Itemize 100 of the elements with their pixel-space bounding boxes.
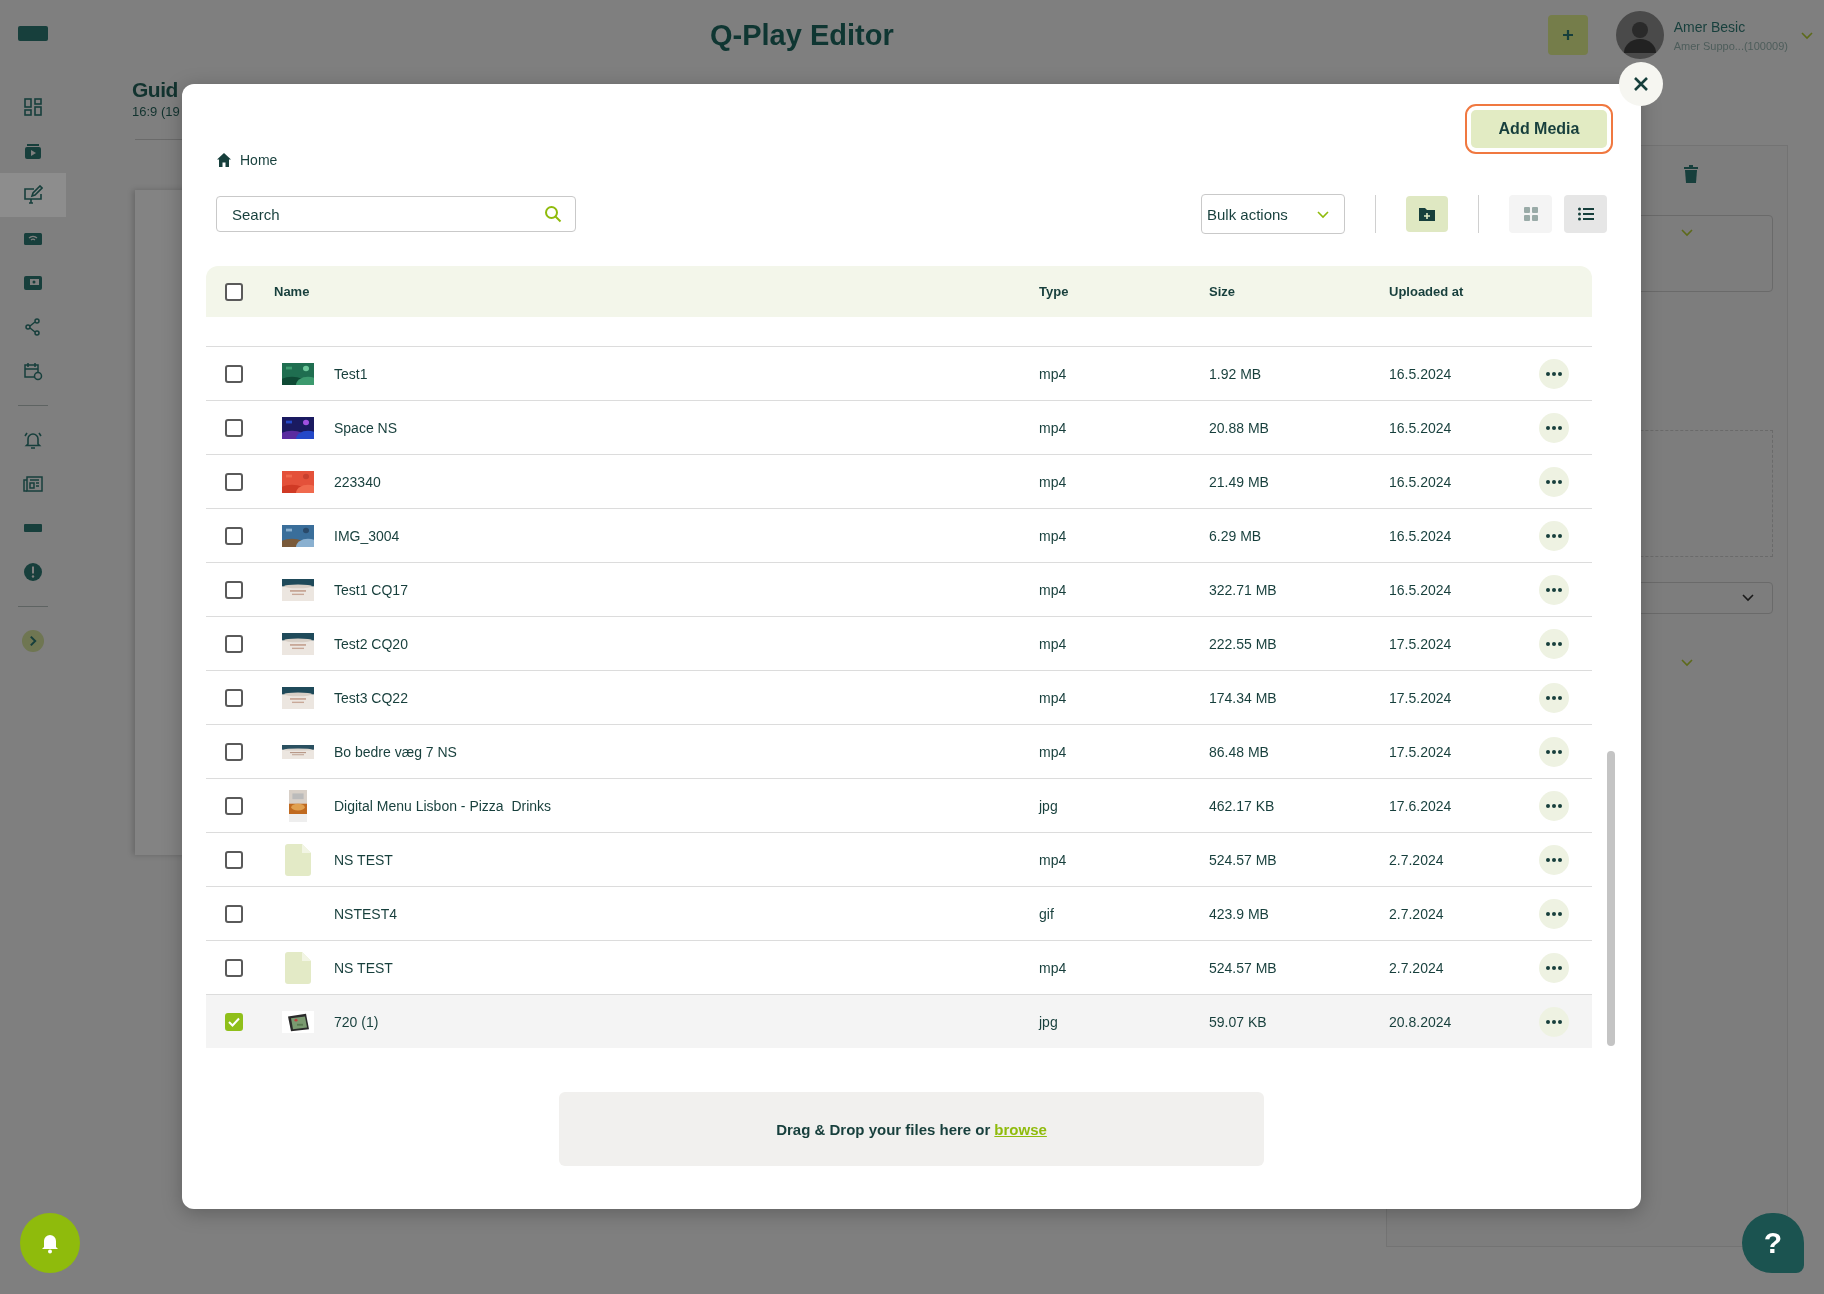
more-button[interactable] xyxy=(1539,520,1569,551)
file-name[interactable]: 720 (1) xyxy=(334,1013,1039,1030)
file-icon xyxy=(285,951,311,984)
playlist-icon[interactable] xyxy=(23,141,43,161)
more-button[interactable] xyxy=(1539,1006,1569,1037)
file-name[interactable]: IMG_3004 xyxy=(334,527,1039,544)
upload-date: 16.5.2024 xyxy=(1389,419,1453,436)
newspaper-icon[interactable] xyxy=(23,474,43,494)
file-size: 174.34 MB xyxy=(1209,689,1278,706)
row-checkbox[interactable] xyxy=(225,796,243,815)
file-name[interactable]: 223340 xyxy=(334,473,1039,490)
file-type: jpg xyxy=(1039,1013,1059,1030)
file-name[interactable]: Test3 CQ22 xyxy=(334,689,1039,706)
more-button[interactable] xyxy=(1539,574,1569,605)
more-icon xyxy=(1546,641,1562,646)
alert-icon[interactable] xyxy=(23,562,43,582)
list-view-button[interactable] xyxy=(1564,195,1607,233)
more-button[interactable] xyxy=(1539,898,1569,929)
image-icon[interactable] xyxy=(23,273,43,293)
file-name[interactable]: Test1 CQ17 xyxy=(334,581,1039,598)
row-checkbox[interactable] xyxy=(225,364,243,383)
help-button[interactable]: ? xyxy=(1742,1213,1804,1273)
more-button[interactable] xyxy=(1539,358,1569,389)
row-checkbox[interactable] xyxy=(225,472,243,491)
more-button[interactable] xyxy=(1539,952,1569,983)
file-size: 1.92 MB xyxy=(1209,365,1263,382)
bell-icon[interactable] xyxy=(23,430,43,450)
row-checkbox[interactable] xyxy=(225,1012,243,1031)
row-checkbox[interactable] xyxy=(225,580,243,599)
row-checkbox[interactable] xyxy=(225,742,243,761)
upload-date: 17.6.2024 xyxy=(1389,797,1453,814)
file-name[interactable]: Space NS xyxy=(334,419,1039,436)
more-button[interactable] xyxy=(1539,412,1569,443)
notification-button[interactable] xyxy=(20,1213,80,1273)
upload-date: 17.5.2024 xyxy=(1389,689,1453,706)
add-button[interactable] xyxy=(1547,15,1588,55)
expand-icon[interactable] xyxy=(22,630,44,652)
file-type: mp4 xyxy=(1039,851,1068,868)
file-size: 322.71 MB xyxy=(1209,581,1278,598)
upload-date: 17.5.2024 xyxy=(1389,635,1453,652)
scrollbar-thumb[interactable] xyxy=(1607,751,1615,1046)
grid-view-button[interactable] xyxy=(1509,195,1552,233)
file-type: gif xyxy=(1039,905,1055,922)
more-button[interactable] xyxy=(1539,682,1569,713)
calendar-clock-icon[interactable] xyxy=(23,361,43,381)
bell-icon xyxy=(40,1232,60,1254)
more-icon xyxy=(1546,857,1562,862)
file-size: 20.88 MB xyxy=(1209,419,1270,436)
row-checkbox[interactable] xyxy=(225,958,243,977)
dashboard-icon[interactable] xyxy=(23,97,43,117)
file-name[interactable]: NS TEST xyxy=(334,959,1039,976)
row-checkbox[interactable] xyxy=(225,904,243,923)
more-button[interactable] xyxy=(1539,790,1569,821)
drop-zone[interactable]: Drag & Drop your files here or browse xyxy=(559,1092,1264,1166)
more-icon xyxy=(1546,533,1562,538)
trash-icon[interactable] xyxy=(1683,165,1699,183)
row-checkbox[interactable] xyxy=(225,526,243,545)
close-button[interactable] xyxy=(1619,62,1663,106)
file-name[interactable]: Bo bedre væg 7 NS xyxy=(334,743,1039,760)
file-type: mp4 xyxy=(1039,959,1068,976)
file-type: jpg xyxy=(1039,797,1059,814)
more-icon xyxy=(1546,911,1562,916)
avatar-icon[interactable] xyxy=(1615,11,1664,59)
more-button[interactable] xyxy=(1539,628,1569,659)
more-button[interactable] xyxy=(1539,466,1569,497)
row-checkbox[interactable] xyxy=(225,688,243,707)
file-name[interactable]: Digital Menu Lisbon - Pizza Drinks xyxy=(334,797,1039,814)
file-name[interactable]: Test2 CQ20 xyxy=(334,635,1039,652)
monitor-edit-icon[interactable] xyxy=(23,185,43,205)
close-icon xyxy=(1633,76,1649,92)
upload-date: 2.7.2024 xyxy=(1389,851,1445,868)
more-button[interactable] xyxy=(1539,844,1569,875)
column-header: Name xyxy=(273,284,311,299)
home-icon[interactable] xyxy=(216,152,232,168)
upload-date: 2.7.2024 xyxy=(1389,959,1445,976)
file-name[interactable]: NS TEST xyxy=(334,851,1039,868)
row-checkbox[interactable] xyxy=(225,850,243,869)
search-icon xyxy=(544,205,562,223)
bulk-actions-dropdown[interactable]: Bulk actions xyxy=(1201,194,1345,234)
share-icon[interactable] xyxy=(23,317,43,337)
file-size: 524.57 MB xyxy=(1209,851,1278,868)
file-type: mp4 xyxy=(1039,365,1068,382)
select-all-checkbox[interactable] xyxy=(225,282,243,301)
row-checkbox[interactable] xyxy=(225,634,243,653)
more-button[interactable] xyxy=(1539,736,1569,767)
file-size: 423.9 MB xyxy=(1209,905,1270,922)
file-type: mp4 xyxy=(1039,689,1068,706)
breadcrumb-link[interactable]: Home xyxy=(240,152,278,168)
sidebar-item[interactable] xyxy=(0,173,66,217)
row-checkbox[interactable] xyxy=(225,418,243,437)
file-size: 462.17 KB xyxy=(1209,797,1276,814)
more-icon xyxy=(1546,749,1562,754)
search-field[interactable]: Search xyxy=(216,196,576,232)
new-folder-button[interactable] xyxy=(1406,196,1448,232)
page-title: Guid xyxy=(132,78,178,102)
file-name[interactable]: NSTEST4 xyxy=(334,905,1039,922)
file-size: 6.29 MB xyxy=(1209,527,1263,544)
folder-plus-icon xyxy=(1419,207,1435,221)
grid-icon xyxy=(1521,205,1540,223)
file-name[interactable]: Test1 xyxy=(334,365,1039,382)
